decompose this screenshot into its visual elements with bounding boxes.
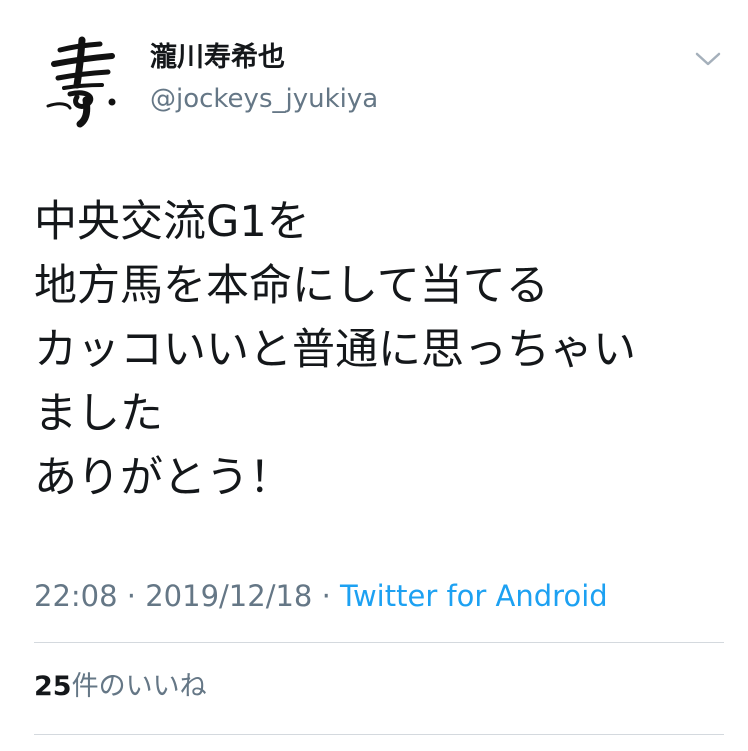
- meta-separator: ·: [321, 579, 331, 613]
- meta-separator: ·: [126, 579, 137, 613]
- tweet-source-link[interactable]: Twitter for Android: [340, 579, 608, 613]
- tweet-time[interactable]: 22:08: [34, 579, 118, 613]
- calligraphy-avatar-icon[interactable]: [34, 30, 132, 128]
- tweet-text: 中央交流G1を 地方馬を本命にして当てる カッコいいと普通に思っちゃい ました …: [34, 190, 714, 510]
- tweet-line: 中央交流G1を: [34, 197, 310, 247]
- chevron-down-icon[interactable]: [694, 50, 722, 68]
- likes-stat[interactable]: 25件のいいね: [34, 670, 207, 704]
- author-display-name[interactable]: 瀧川寿希也: [150, 44, 285, 71]
- tweet-line: カッコいいと普通に思っちゃい: [34, 325, 636, 375]
- likes-label: 件のいいね: [71, 671, 207, 702]
- divider: [34, 642, 724, 643]
- tweet-line: ました: [34, 389, 163, 439]
- tweet-line: ありがとう！: [34, 453, 292, 503]
- tweet-line: 地方馬を本命にして当てる: [34, 261, 549, 311]
- author-handle[interactable]: @jockeys_jyukiya: [150, 86, 378, 112]
- likes-count: 25: [34, 671, 72, 702]
- chevron-down-glyph: [695, 52, 721, 66]
- tweet-card: 瀧川寿希也 @jockeys_jyukiya 中央交流G1を 地方馬を本命にして…: [0, 0, 748, 751]
- tweet-meta: 22:08 · 2019/12/18 · Twitter for Android: [34, 578, 608, 614]
- tweet-date[interactable]: 2019/12/18: [145, 579, 312, 613]
- divider: [34, 734, 724, 735]
- avatar-brush-art: [34, 30, 132, 128]
